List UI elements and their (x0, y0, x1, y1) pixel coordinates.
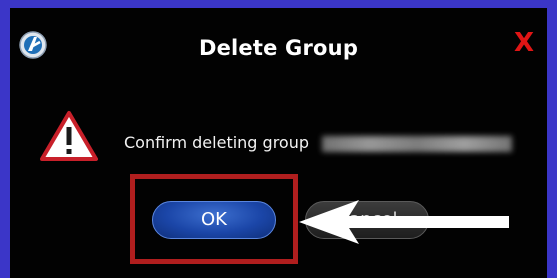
close-button[interactable]: X (511, 30, 537, 56)
warning-icon (40, 111, 98, 161)
ok-button[interactable]: OK (152, 201, 276, 239)
dialog-title: Delete Group (198, 36, 359, 60)
obscured-group-name (322, 135, 513, 152)
window-frame: Delete Group X Confirm deleting group Ca… (0, 0, 557, 278)
arrow-left-icon (299, 200, 509, 244)
title-bar: Delete Group X (10, 8, 547, 80)
delete-group-dialog: Delete Group X Confirm deleting group Ca… (10, 8, 547, 278)
close-icon: X (513, 28, 535, 58)
confirm-message: Confirm deleting group (124, 133, 513, 152)
confirm-message-text: Confirm deleting group (124, 133, 310, 152)
